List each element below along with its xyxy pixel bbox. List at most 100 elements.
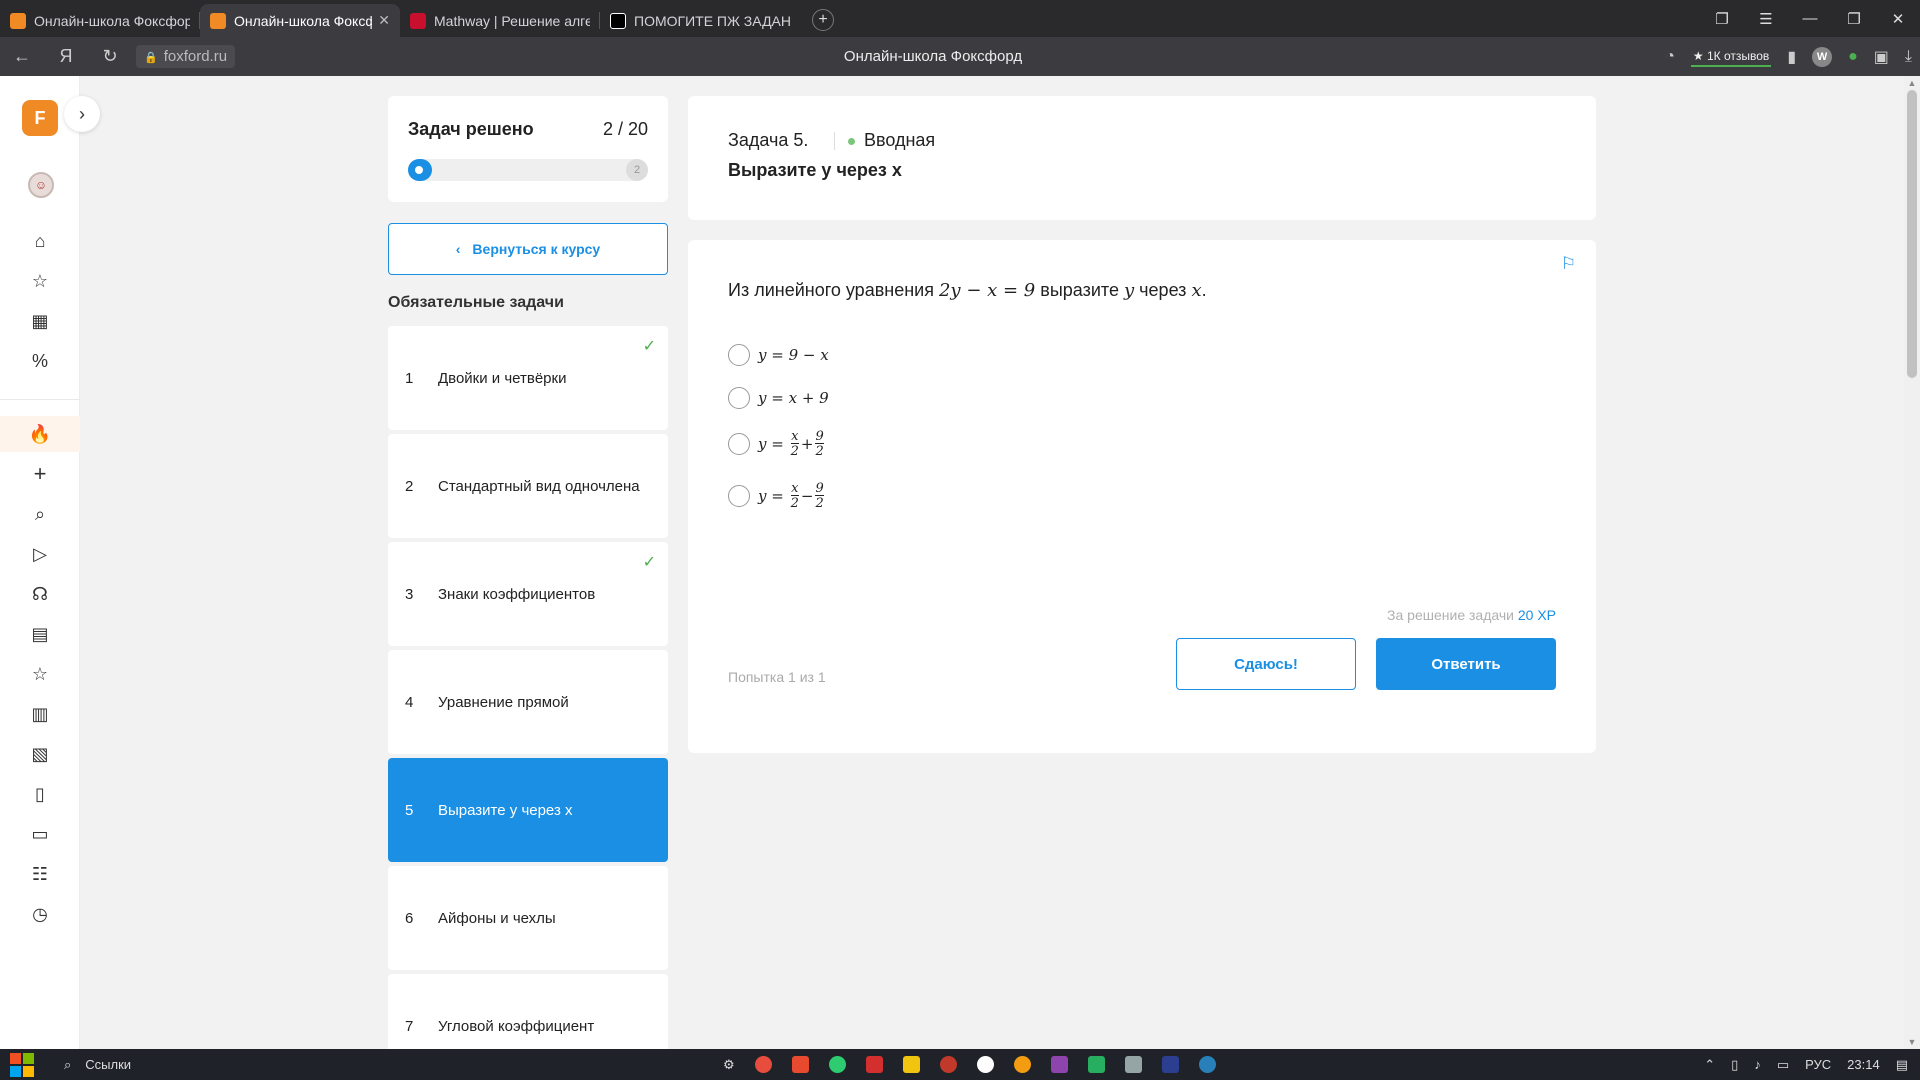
- task-item[interactable]: 6 Айфоны и чехлы: [388, 866, 668, 970]
- menu-icon[interactable]: ☰: [1744, 10, 1788, 28]
- clock-icon[interactable]: ◷: [20, 899, 60, 929]
- task-title: Угловой коэффициент: [438, 1017, 595, 1035]
- answer-button[interactable]: Ответить: [1376, 638, 1556, 690]
- taskbar-search[interactable]: ⌕ Ссылки: [64, 1057, 131, 1073]
- yandex-app-icon[interactable]: [865, 1056, 883, 1073]
- browser-tab[interactable]: Mathway | Решение алгеб: [400, 4, 600, 37]
- book-icon[interactable]: ▯: [20, 779, 60, 809]
- list-icon[interactable]: ☷: [20, 859, 60, 889]
- status-dot-icon: [848, 138, 855, 145]
- star-icon[interactable]: ☆: [20, 266, 60, 296]
- app-icon[interactable]: [791, 1056, 809, 1073]
- browser-tab-active[interactable]: Онлайн-школа Фоксф ✕: [200, 4, 400, 37]
- minecraft-icon[interactable]: [1087, 1056, 1105, 1073]
- reload-icon[interactable]: ↻: [88, 46, 132, 67]
- scroll-up-icon[interactable]: ▲: [1904, 78, 1920, 88]
- scroll-down-icon[interactable]: ▼: [1904, 1037, 1920, 1047]
- volume-icon[interactable]: ♪: [1754, 1057, 1761, 1072]
- answer-option[interactable]: y = x2 − 92: [728, 482, 826, 510]
- question-end: .: [1201, 280, 1207, 300]
- bookmarks-panel-icon[interactable]: ❐: [1700, 10, 1744, 28]
- task-item[interactable]: 5 Выразите y через x: [388, 758, 668, 862]
- task-item[interactable]: 3 Знаки коэффициентов ✓: [388, 542, 668, 646]
- extension-icon[interactable]: ●: [1848, 48, 1858, 66]
- radio-button[interactable]: [728, 387, 750, 409]
- network-icon[interactable]: ▭: [1777, 1057, 1789, 1073]
- question-var-x: x: [1191, 280, 1202, 301]
- protect-icon[interactable]: ◔: [1665, 48, 1675, 66]
- headphones-icon[interactable]: ☊: [20, 579, 60, 609]
- task-item[interactable]: 4 Уравнение прямой: [388, 650, 668, 754]
- yandex-icon[interactable]: Я: [44, 46, 88, 67]
- task-number: 5: [405, 801, 414, 819]
- expand-sidebar-button[interactable]: ›: [64, 96, 100, 132]
- opera-icon[interactable]: [939, 1056, 957, 1073]
- task-item[interactable]: 7 Угловой коэффициент: [388, 974, 668, 1049]
- question-card: ⚐ Из линейного уравнения 2y − x = 9 выра…: [688, 240, 1596, 753]
- minimize-icon[interactable]: —: [1788, 10, 1832, 27]
- profile-avatar[interactable]: W: [1812, 46, 1833, 67]
- collections-icon[interactable]: ▣: [1874, 47, 1889, 67]
- percent-icon[interactable]: %: [20, 346, 60, 376]
- reviews-badge[interactable]: ★ 1К отзывов: [1690, 47, 1772, 67]
- task-item[interactable]: 1 Двойки и четвёрки ✓: [388, 326, 668, 430]
- radio-button[interactable]: [728, 485, 750, 507]
- radio-button[interactable]: [728, 344, 750, 366]
- browser-tab[interactable]: Онлайн-школа Фоксфор: [0, 4, 200, 37]
- task-item[interactable]: 2 Стандартный вид одночлена: [388, 434, 668, 538]
- home-icon[interactable]: ⌂: [20, 226, 60, 256]
- flag-icon[interactable]: ⚐: [1561, 254, 1576, 274]
- fire-icon[interactable]: 🔥: [20, 419, 60, 449]
- document-icon[interactable]: ▭: [20, 819, 60, 849]
- close-window-icon[interactable]: ✕: [1876, 10, 1920, 28]
- bookmark-icon[interactable]: ▮: [1787, 47, 1796, 67]
- back-to-course-button[interactable]: ‹ Вернуться к курсу: [388, 223, 668, 275]
- browser-tab[interactable]: ПОМОГИТЕ ПЖ ЗАДАНИ: [600, 4, 800, 37]
- battery-icon[interactable]: ▯: [1731, 1057, 1738, 1073]
- close-tab-icon[interactable]: ✕: [378, 12, 390, 29]
- give-up-button[interactable]: Сдаюсь!: [1176, 638, 1356, 690]
- calendar-icon[interactable]: ▦: [20, 306, 60, 336]
- board-icon[interactable]: ▤: [20, 619, 60, 649]
- task-number: 2: [405, 477, 414, 495]
- app-icon[interactable]: [828, 1056, 846, 1073]
- radio-button[interactable]: [728, 433, 750, 455]
- option-operator: +: [800, 435, 814, 453]
- page-scrollbar[interactable]: ▲ ▼: [1904, 76, 1920, 1049]
- back-arrow-icon[interactable]: ←: [0, 46, 44, 67]
- tray-chevron-icon[interactable]: ⌃: [1704, 1057, 1715, 1073]
- yandex-browser-icon[interactable]: [976, 1056, 994, 1073]
- restore-icon[interactable]: ❐: [1832, 10, 1876, 28]
- foxford-logo[interactable]: F: [22, 100, 58, 136]
- steam-icon[interactable]: [1198, 1056, 1216, 1073]
- new-tab-button[interactable]: +: [812, 9, 834, 31]
- certificate-icon[interactable]: ▧: [20, 739, 60, 769]
- download-icon[interactable]: ⤓: [1905, 48, 1912, 66]
- system-tray: ⌃ ▯ ♪ ▭ РУС 23:14 ▤: [1704, 1049, 1908, 1080]
- question-equation: 2y − x = 9: [938, 280, 1036, 301]
- language-indicator[interactable]: РУС: [1805, 1057, 1831, 1072]
- user-avatar[interactable]: ☺: [28, 172, 54, 198]
- notifications-icon[interactable]: ▤: [1896, 1057, 1908, 1073]
- answer-option[interactable]: y = x + 9: [728, 387, 829, 409]
- play-icon[interactable]: ▷: [20, 539, 60, 569]
- folder-icon[interactable]: [902, 1056, 920, 1073]
- settings-icon[interactable]: ⚙: [723, 1057, 735, 1073]
- app-icon[interactable]: [1124, 1056, 1142, 1073]
- answer-option[interactable]: y = x2 + 92: [728, 430, 826, 458]
- app-icon[interactable]: [754, 1056, 772, 1073]
- star-outline-icon[interactable]: ☆: [20, 659, 60, 689]
- app-icon[interactable]: [1050, 1056, 1068, 1073]
- task-header-card: Задача 5. Вводная Выразите y через x: [688, 96, 1596, 220]
- scrollbar-thumb[interactable]: [1907, 90, 1917, 378]
- page-title: Онлайн-школа Фоксфорд: [843, 48, 1023, 65]
- photoshop-icon[interactable]: [1161, 1056, 1179, 1073]
- plus-icon[interactable]: +: [20, 459, 60, 489]
- app-icon[interactable]: [1013, 1056, 1031, 1073]
- clock[interactable]: 23:14: [1847, 1057, 1880, 1072]
- search-icon[interactable]: ⌕: [20, 499, 60, 529]
- start-button[interactable]: [0, 1049, 44, 1080]
- answer-option[interactable]: y = 9 − x: [728, 344, 829, 366]
- url-field[interactable]: 🔒 foxford.ru: [136, 45, 236, 68]
- cards-icon[interactable]: ▥: [20, 699, 60, 729]
